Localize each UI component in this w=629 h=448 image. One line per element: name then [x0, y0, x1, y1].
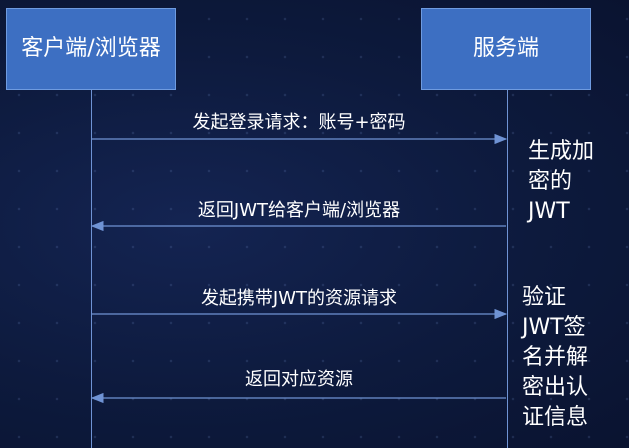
- message-label-return-resource: 返回对应资源: [245, 369, 353, 390]
- note-verify-jwt: 验证 JWT签 名并解 密出认 证信息: [522, 285, 589, 430]
- message-label-login: 发起登录请求：账号+密码: [192, 112, 406, 133]
- message-label-return-jwt: 返回JWT给客户端/浏览器: [197, 200, 401, 221]
- note-generate-jwt: 生成加 密的 JWT: [528, 139, 595, 224]
- message-label-resource-request: 发起携带JWT的资源请求: [200, 288, 398, 309]
- sequence-diagram: 客户端/浏览器 服务端 发起登录请求：账号+密码 返回JWT给客户端/浏览器 发…: [0, 0, 629, 448]
